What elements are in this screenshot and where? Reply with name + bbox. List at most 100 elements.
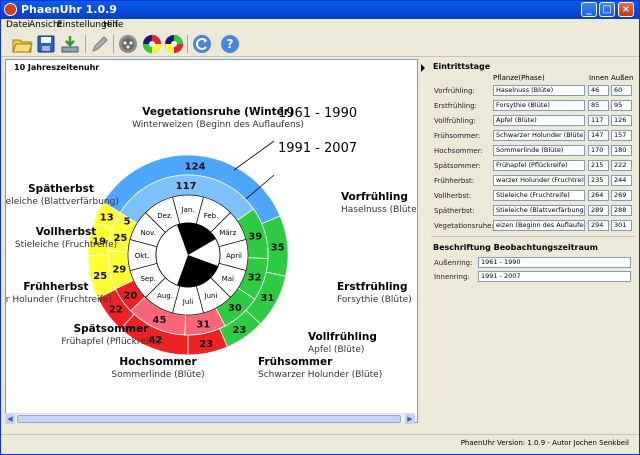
plant-input[interactable]: eizen (Beginn des Auflaufens) bbox=[493, 220, 585, 231]
legend-pointer-outer bbox=[233, 140, 275, 171]
scroll-left-icon[interactable]: ◀ bbox=[5, 414, 15, 424]
season-label-plant: ieleiche (Blattverfärbung) bbox=[6, 197, 119, 207]
outer-day-input[interactable]: 244 bbox=[611, 175, 632, 186]
outer-ring-value-label: 35 bbox=[271, 243, 285, 254]
legend-inner-period: 1991 - 2007 bbox=[278, 141, 357, 156]
maximize-button[interactable]: □ bbox=[599, 2, 615, 17]
section-divider bbox=[431, 236, 635, 237]
season-clock-chart: 1243531232342222519131173932303145202925… bbox=[6, 106, 417, 380]
scroll-thumb[interactable] bbox=[17, 415, 401, 423]
plant-input[interactable]: Haselnuss (Blüte) bbox=[493, 85, 585, 96]
inner-day-input[interactable]: 170 bbox=[588, 145, 609, 156]
close-button[interactable]: × bbox=[618, 2, 634, 17]
save-icon[interactable] bbox=[35, 33, 57, 55]
inner-day-input[interactable]: 215 bbox=[588, 160, 609, 171]
entry-row-label: Spätherbst: bbox=[434, 207, 475, 215]
toolbar-separator bbox=[187, 35, 188, 53]
outer-ring-input[interactable]: 1961 - 1990 bbox=[478, 257, 631, 268]
col-outer-header: Außen bbox=[611, 74, 634, 82]
plant-input[interactable]: Forsythie (Blüte) bbox=[493, 100, 585, 111]
panel-splitter[interactable] bbox=[420, 59, 426, 423]
clock-panel-title: 10 Jahreszeitenuhr bbox=[14, 63, 100, 72]
season-label-plant: Frühapfel (Pflückreife) bbox=[61, 337, 160, 347]
refresh-icon[interactable] bbox=[191, 33, 213, 55]
scroll-right-icon[interactable]: ▶ bbox=[405, 414, 415, 424]
inner-day-input[interactable]: 264 bbox=[588, 190, 609, 201]
entry-row-label: Hochsommer: bbox=[434, 147, 483, 155]
outer-ring-value-label: 25 bbox=[93, 271, 107, 282]
inner-ring-value-label: 45 bbox=[153, 315, 167, 326]
help-icon[interactable]: ? bbox=[219, 33, 241, 55]
entry-row-label: Frühherbst: bbox=[434, 177, 475, 185]
observation-title: Beschriftung Beobachtungszeitraum bbox=[433, 243, 598, 252]
inner-day-input[interactable]: 46 bbox=[588, 85, 609, 96]
menu-hilfe[interactable]: Hilfe bbox=[103, 20, 123, 30]
season-label-plant: Sommerlinde (Blüte) bbox=[111, 370, 204, 380]
inner-ring-value-label: 39 bbox=[248, 231, 262, 242]
season-label-title: Spätherbst bbox=[28, 183, 94, 195]
outer-day-input[interactable]: 180 bbox=[611, 145, 632, 156]
month-label: Sep. bbox=[140, 275, 155, 283]
inner-ring-value-label: 5 bbox=[124, 216, 131, 227]
inner-ring-input[interactable]: 1991 - 2007 bbox=[478, 271, 631, 282]
outer-ring-value-label: 124 bbox=[185, 161, 206, 172]
open-folder-icon[interactable] bbox=[11, 33, 33, 55]
plant-input[interactable]: Schwarzer Holunder (Blüte) bbox=[493, 130, 585, 141]
season-label-title: Frühsommer bbox=[258, 356, 333, 368]
outer-ring-value-label: 13 bbox=[100, 212, 114, 223]
color-wheel-alt-icon[interactable] bbox=[163, 33, 185, 55]
splitter-arrow-icon[interactable] bbox=[420, 62, 426, 74]
month-label: Juli bbox=[182, 298, 193, 306]
toolbar-separator bbox=[85, 35, 86, 53]
inner-day-input[interactable]: 85 bbox=[588, 100, 609, 111]
season-label-title: Vorfrühling bbox=[341, 191, 408, 203]
plant-input[interactable]: Stieleiche (Blattverfärbung) bbox=[493, 205, 585, 216]
month-label: Jan. bbox=[180, 206, 194, 214]
outer-day-input[interactable]: 157 bbox=[611, 130, 632, 141]
menu-datei[interactable]: Datei bbox=[6, 20, 30, 30]
season-label-title: Erstfrühling bbox=[337, 281, 408, 293]
edit-pencil-icon[interactable] bbox=[89, 33, 111, 55]
plant-input[interactable]: Frühapfel (Pflückreife) bbox=[493, 160, 585, 171]
month-label: Mai bbox=[222, 275, 234, 283]
toolbar: ? bbox=[1, 31, 639, 57]
season-label-plant: Stieleiche (Fruchtreife) bbox=[15, 240, 117, 250]
inner-ring-value-label: 30 bbox=[228, 303, 242, 314]
season-label-title: Vollherbst bbox=[36, 226, 97, 238]
entry-row-label: Vollherbst: bbox=[434, 192, 472, 200]
outer-day-input[interactable]: 288 bbox=[611, 205, 632, 216]
outer-day-input[interactable]: 60 bbox=[611, 85, 632, 96]
entry-row-label: Vollfrühling: bbox=[434, 117, 476, 125]
color-wheel-icon[interactable] bbox=[141, 33, 163, 55]
inner-day-input[interactable]: 235 bbox=[588, 175, 609, 186]
season-label-plant: Forsythie (Blüte) bbox=[337, 295, 412, 305]
month-label: Dez. bbox=[157, 212, 173, 220]
inner-ring-value-label: 32 bbox=[248, 273, 262, 284]
inner-day-input[interactable]: 294 bbox=[588, 220, 609, 231]
inner-day-input[interactable]: 147 bbox=[588, 130, 609, 141]
inner-day-input[interactable]: 289 bbox=[588, 205, 609, 216]
month-label: Nov. bbox=[140, 229, 155, 237]
season-label-plant: Winterweizen (Beginn des Auflaufens) bbox=[132, 120, 304, 130]
horizontal-scrollbar[interactable]: ◀ ▶ bbox=[5, 413, 415, 424]
menu-bar: Datei Ansicht Einstellungen Hilfe bbox=[1, 19, 639, 31]
outer-day-input[interactable]: 95 bbox=[611, 100, 632, 111]
clock-panel: 10 Jahreszeitenuhr 124 35 31 23 23 42 22 25 19 13… bbox=[5, 59, 418, 423]
entry-row-label: Vegetationsruhe: bbox=[434, 222, 494, 230]
month-label: Aug. bbox=[157, 292, 173, 300]
plant-input[interactable]: Sommerlinde (Blüte) bbox=[493, 145, 585, 156]
minimize-button[interactable]: _ bbox=[581, 2, 597, 17]
plant-input[interactable]: Apfel (Blüte) bbox=[493, 115, 585, 126]
outer-day-input[interactable]: 269 bbox=[611, 190, 632, 201]
inner-day-input[interactable]: 117 bbox=[588, 115, 609, 126]
plant-input[interactable]: warzer Holunder (Fruchtreife) bbox=[493, 175, 585, 186]
settings-icon[interactable] bbox=[117, 33, 139, 55]
app-clock-icon bbox=[4, 3, 17, 16]
season-label-plant: Haselnuss (Blüte) bbox=[341, 205, 417, 215]
import-icon[interactable] bbox=[59, 33, 81, 55]
outer-day-input[interactable]: 126 bbox=[611, 115, 632, 126]
outer-day-input[interactable]: 222 bbox=[611, 160, 632, 171]
outer-day-input[interactable]: 301 bbox=[611, 220, 632, 231]
plant-input[interactable]: Stieleiche (Fruchtreife) bbox=[493, 190, 585, 201]
entry-row-label: Spätsommer: bbox=[434, 162, 481, 170]
